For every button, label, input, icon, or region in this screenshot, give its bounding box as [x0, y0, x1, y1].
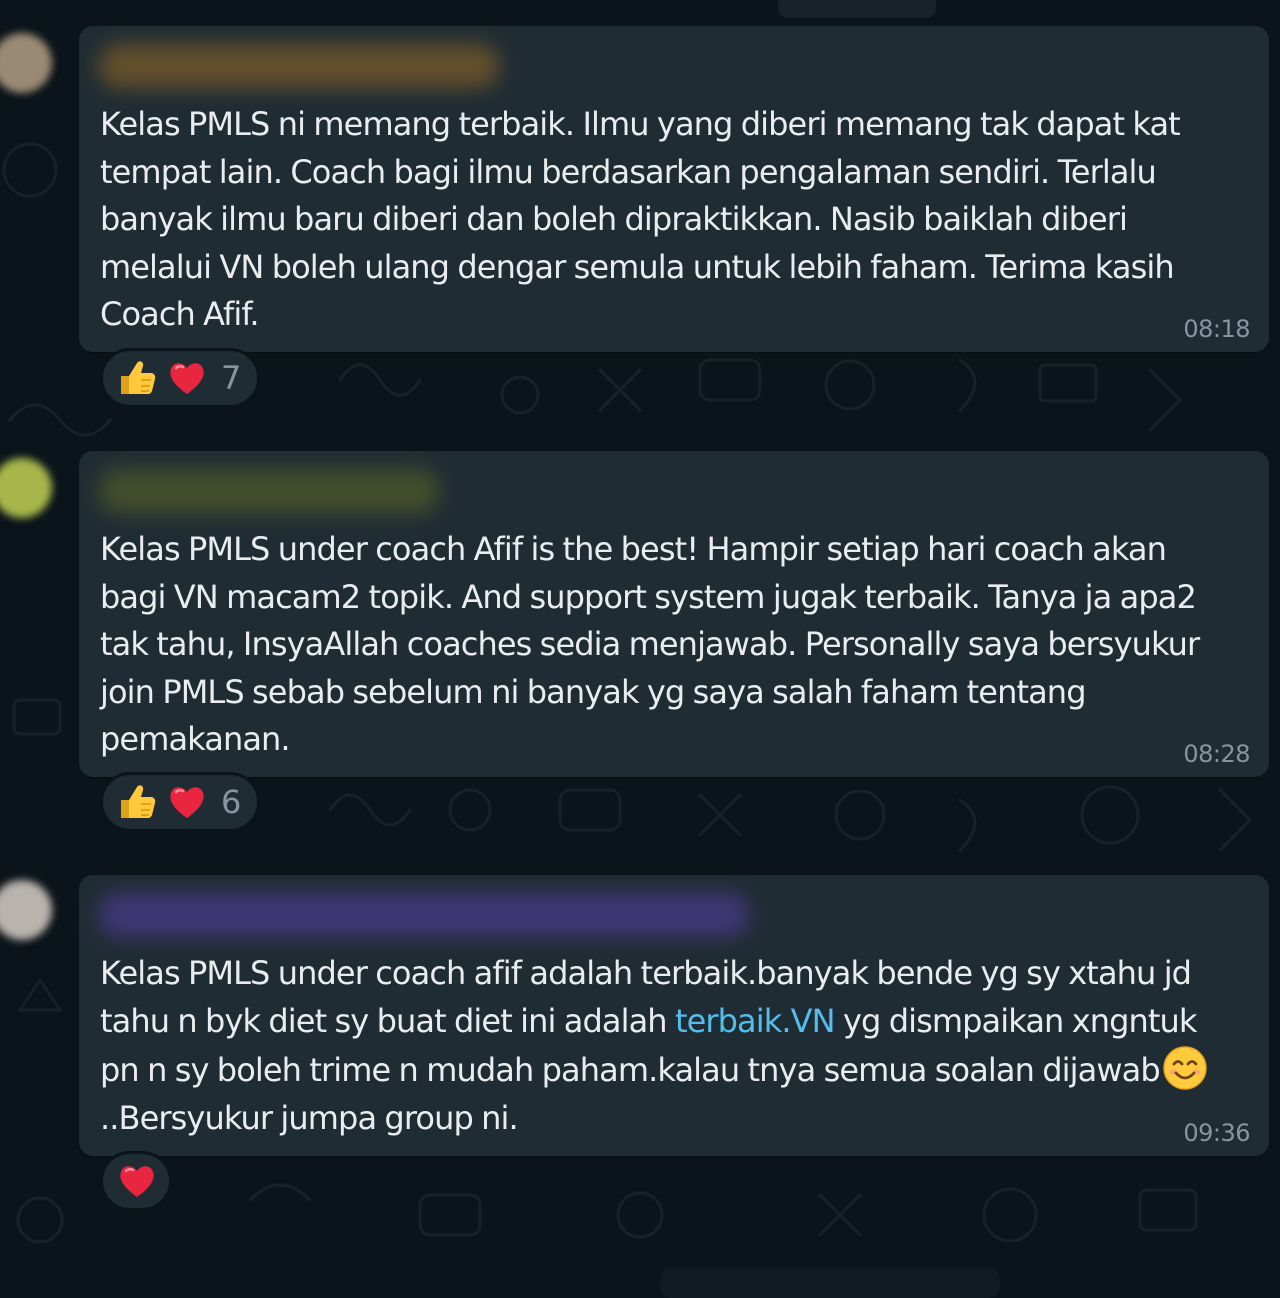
thumbs-up-icon	[115, 780, 159, 824]
message-text-line: pemakanan.	[100, 720, 291, 758]
message-timestamp: 08:18	[1183, 315, 1250, 343]
message-text-fragment: tahu n byk diet sy buat diet ini adalah	[100, 1001, 675, 1040]
message-text-line: melalui VN boleh ulang dengar semula unt…	[100, 247, 1175, 286]
message-bubble[interactable]: Kelas PMLS under coach Afif is the best!…	[79, 451, 1269, 777]
message-text-line: Kelas PMLS under coach Afif is the best!…	[100, 530, 1167, 568]
message-text-line: Kelas PMLS ni memang terbaik. Ilmu yang …	[100, 105, 1181, 143]
message-bubble[interactable]: Kelas PMLS under coach afif adalah terba…	[79, 875, 1269, 1156]
message-text: Kelas PMLS under coach Afif is the best!…	[100, 526, 1240, 764]
reaction-pill[interactable]: 6	[100, 772, 260, 832]
reaction-pill[interactable]	[100, 1151, 172, 1211]
red-heart-icon	[165, 780, 209, 824]
sender-name-redacted[interactable]	[99, 44, 499, 88]
message-bubble[interactable]: Kelas PMLS ni memang terbaik. Ilmu yang …	[79, 26, 1269, 352]
message-text-line: Kelas PMLS under coach afif adalah terba…	[100, 954, 1192, 992]
sender-name-redacted[interactable]	[99, 469, 439, 513]
date-divider-pill	[778, 0, 936, 18]
message-text-line: banyak ilmu baru diberi dan boleh diprak…	[100, 200, 1128, 238]
message-text-line: tahu n byk diet sy buat diet ini adalah …	[100, 998, 1240, 1046]
message-text-line: bagi VN macam2 topik. And support system…	[100, 577, 1197, 616]
message-text: Kelas PMLS under coach afif adalah terba…	[100, 950, 1240, 1142]
thumbs-up-icon	[115, 356, 159, 400]
reaction-count: 7	[221, 359, 242, 397]
message-text-line: pn n sy boleh trime n mudah paham.kalau …	[100, 1045, 1240, 1095]
message-text-line: tempat lain. Coach bagi ilmu berdasarkan…	[100, 152, 1157, 191]
reaction-count: 6	[221, 783, 242, 821]
message-text-line: ..Bersyukur jumpa group ni.	[100, 1098, 519, 1137]
message-text-fragment: yg dismpaikan xngntuk	[834, 1001, 1197, 1040]
message-text-line: Coach Afif.	[100, 295, 260, 333]
red-heart-icon	[115, 1159, 159, 1203]
message-timestamp: 09:36	[1183, 1119, 1250, 1147]
message-text-line: tak tahu, InsyaAllah coaches sedia menja…	[100, 625, 1200, 663]
message-text: Kelas PMLS ni memang terbaik. Ilmu yang …	[100, 101, 1240, 339]
composer-edge	[660, 1268, 1000, 1298]
message-text-line: join PMLS sebab sebelum ni banyak yg say…	[100, 672, 1087, 711]
smiling-face-icon	[1162, 1045, 1208, 1091]
message-timestamp: 08:28	[1183, 740, 1250, 768]
sender-name-redacted[interactable]	[99, 893, 749, 937]
message-link[interactable]: terbaik.VN	[675, 1002, 836, 1040]
reaction-pill[interactable]: 7	[100, 348, 260, 408]
message-text-fragment: pn n sy boleh trime n mudah paham.kalau …	[100, 1051, 1161, 1089]
red-heart-icon	[165, 356, 209, 400]
